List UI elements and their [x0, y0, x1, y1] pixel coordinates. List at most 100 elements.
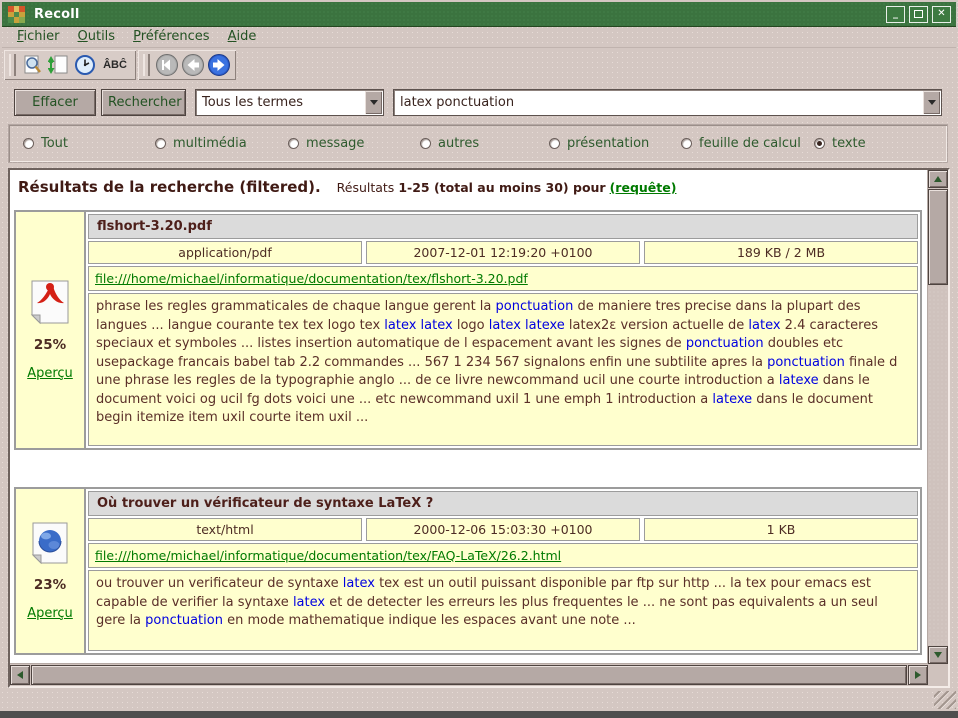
radio-icon[interactable] [420, 138, 431, 149]
menu-aide[interactable]: Aide [219, 27, 266, 46]
result-details: flshort-3.20.pdf application/pdf 2007-12… [86, 212, 920, 448]
result-snippet: phrase les regles grammaticales de chaqu… [88, 293, 918, 446]
clear-button[interactable]: Effacer [14, 89, 96, 116]
term-explorer-icon: ÂBĈ [103, 59, 127, 71]
result-size: 1 KB [644, 518, 918, 541]
result-details: Où trouver un vérificateur de syntaxe La… [86, 489, 920, 653]
history-clock-button[interactable] [72, 52, 98, 78]
result-meta-row: text/html 2000-12-06 15:03:30 +0100 1 KB [88, 518, 918, 541]
search-button[interactable]: Rechercher [101, 89, 186, 116]
first-page-button[interactable] [154, 52, 180, 78]
query-value: latex ponctuation [394, 95, 923, 110]
previous-page-button[interactable] [180, 52, 206, 78]
arrow-left-icon [17, 671, 23, 679]
result-mime: application/pdf [88, 241, 362, 264]
result-url-row: file:///home/michael/informatique/docume… [88, 266, 918, 291]
relevance-percent: 23% [34, 577, 66, 593]
title-bar[interactable]: Recoll _ ✕ [2, 2, 956, 27]
radio-icon[interactable] [549, 138, 560, 149]
menu-fichier[interactable]: Fichier [8, 27, 69, 46]
vertical-scroll-thumb[interactable] [928, 189, 948, 285]
query-input[interactable]: latex ponctuation [393, 89, 942, 116]
relevance-percent: 25% [34, 337, 66, 353]
recoll-window: Recoll _ ✕ Fichier Outils Préférences Ai… [0, 0, 958, 718]
radio-icon[interactable] [814, 138, 825, 149]
maximize-button[interactable] [909, 6, 928, 23]
results-title: Résultats de la recherche (filtered). [18, 178, 321, 196]
term-explorer-button[interactable]: ÂBĈ [98, 52, 132, 78]
document-preview-icon [22, 54, 44, 76]
result-title: Où trouver un vérificateur de syntaxe La… [88, 491, 918, 516]
sort-documents-button[interactable] [46, 52, 72, 78]
search-mode-select[interactable]: Tous les termes [195, 89, 384, 116]
scroll-down-button[interactable] [928, 646, 948, 664]
filter-texte[interactable]: texte [814, 136, 866, 151]
toolbar-group-tools: ÂBĈ [4, 50, 136, 80]
toolbar: ÂBĈ [4, 50, 236, 82]
vertical-scrollbar[interactable] [927, 170, 948, 664]
filter-presentation[interactable]: présentation [549, 136, 649, 151]
recoll-app-icon [8, 6, 25, 23]
window-title: Recoll [34, 7, 80, 22]
toolbar-grip[interactable] [9, 54, 16, 76]
search-row: Effacer Rechercher Tous les termes latex… [0, 88, 958, 118]
chevron-down-icon[interactable] [365, 91, 382, 114]
result-side-panel: 25% Aperçu [16, 212, 86, 448]
menu-outils[interactable]: Outils [69, 27, 125, 46]
filter-autres[interactable]: autres [420, 136, 479, 151]
filter-message[interactable]: message [288, 136, 364, 151]
close-button[interactable]: ✕ [932, 6, 951, 23]
resize-grip[interactable] [934, 691, 956, 709]
arrow-right-icon [915, 671, 921, 679]
pdf-document-icon [29, 280, 71, 324]
filter-multimedia[interactable]: multimédia [155, 136, 247, 151]
radio-icon[interactable] [23, 138, 34, 149]
toolbar-grip[interactable] [143, 54, 150, 76]
result-snippet: ou trouver un verificateur de syntaxe la… [88, 570, 918, 651]
next-page-button[interactable] [206, 52, 232, 78]
window-bottom-edge [0, 711, 958, 718]
preview-link[interactable]: Aperçu [27, 606, 73, 621]
scroll-up-button[interactable] [928, 170, 948, 188]
results-list: Résultats de la recherche (filtered). Ré… [10, 170, 928, 664]
results-header: Résultats de la recherche (filtered). Ré… [18, 178, 928, 196]
result-size: 189 KB / 2 MB [644, 241, 918, 264]
filter-tout[interactable]: Tout [23, 136, 68, 151]
history-clock-icon [74, 54, 96, 76]
scroll-right-button[interactable] [908, 665, 928, 685]
preview-link[interactable]: Aperçu [27, 366, 73, 381]
radio-icon[interactable] [155, 138, 166, 149]
minimize-button[interactable]: _ [886, 6, 905, 23]
maximize-icon [914, 10, 923, 18]
result-item: 23% Aperçu Où trouver un vérificateur de… [14, 487, 922, 655]
result-date: 2007-12-01 12:19:20 +0100 [366, 241, 640, 264]
result-mime: text/html [88, 518, 362, 541]
results-summary-prefix: Résultats [337, 180, 395, 195]
result-url-link[interactable]: file:///home/michael/informatique/docume… [95, 271, 528, 286]
query-details-link[interactable]: (requête) [610, 180, 677, 195]
radio-icon[interactable] [681, 138, 692, 149]
chevron-down-icon[interactable] [923, 91, 940, 114]
arrow-down-icon [934, 652, 942, 658]
horizontal-scrollbar[interactable] [10, 663, 928, 686]
result-item: 25% Aperçu flshort-3.20.pdf application/… [14, 210, 922, 450]
result-side-panel: 23% Aperçu [16, 489, 86, 653]
next-page-icon [207, 53, 231, 77]
result-meta-row: application/pdf 2007-12-01 12:19:20 +010… [88, 241, 918, 264]
radio-icon[interactable] [288, 138, 299, 149]
results-summary-range: 1-25 (total au moins 30) pour [398, 180, 605, 195]
horizontal-scroll-thumb[interactable] [31, 665, 907, 685]
result-url-link[interactable]: file:///home/michael/informatique/docume… [95, 548, 561, 563]
search-mode-value: Tous les termes [196, 95, 365, 110]
sort-documents-icon [48, 54, 70, 76]
arrow-up-icon [934, 176, 942, 182]
document-preview-button[interactable] [20, 52, 46, 78]
category-filter-frame: Tout multimédia message autres présentat… [8, 124, 948, 163]
filter-feuille-de-calcul[interactable]: feuille de calcul [681, 136, 801, 151]
result-date: 2000-12-06 15:03:30 +0100 [366, 518, 640, 541]
toolbar-group-nav [138, 50, 236, 80]
results-frame: Résultats de la recherche (filtered). Ré… [8, 168, 950, 688]
result-title: flshort-3.20.pdf [88, 214, 918, 239]
scroll-left-button[interactable] [10, 665, 30, 685]
menu-preferences[interactable]: Préférences [124, 27, 218, 46]
